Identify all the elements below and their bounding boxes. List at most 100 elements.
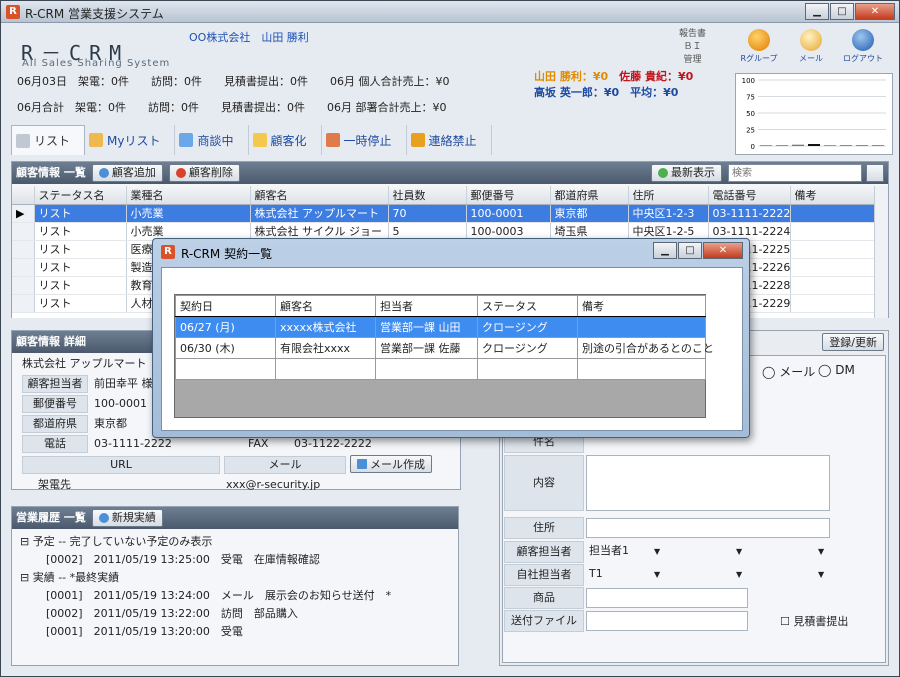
tab-no-contact[interactable]: 連絡禁止 <box>407 125 492 155</box>
history-item[interactable]: [0002] 2011/05/19 13:25:00 受電 在庫情報確認 <box>46 551 320 567</box>
row-indicator <box>12 276 35 295</box>
search-input[interactable] <box>728 164 862 182</box>
table-cell <box>577 316 706 338</box>
table-cell <box>477 358 578 380</box>
paused-icon <box>325 133 340 147</box>
address-input[interactable] <box>586 518 830 538</box>
mail-icon <box>800 29 822 51</box>
detail-label-mail: メール <box>224 456 346 474</box>
table-cell <box>790 294 874 313</box>
mini-chart: 100 75 50 25 0 <box>735 73 893 155</box>
table-cell: 100-0001 <box>466 204 551 223</box>
new-record-button[interactable]: 新規実績 <box>91 509 163 527</box>
history-item[interactable]: [0002] 2011/05/19 13:22:00 訪問 部品購入 <box>46 605 298 621</box>
admin-link[interactable]: 管理 <box>679 54 706 67</box>
dialog-minimize-button[interactable]: ▁ <box>653 242 677 259</box>
mail-button[interactable]: メール <box>781 27 841 64</box>
save-update-button[interactable]: 登録/更新 <box>822 333 884 351</box>
chevron-down-icon[interactable]: ▼ <box>736 547 742 556</box>
tab-customer[interactable]: 顧客化 <box>249 125 322 155</box>
detail-value-mail: xxx@r-security.jp <box>226 478 321 491</box>
warning-icon <box>410 133 425 147</box>
column-header[interactable]: 電話番号 <box>708 186 791 205</box>
table-row[interactable]: 06/27 (月) xxxxx株式会社 営業部一課 山田 クロージング <box>175 316 706 338</box>
report-link[interactable]: 報告書 <box>679 28 706 41</box>
table-row[interactable]: 06/30 (木) 有限会社xxxx 営業部一課 佐藤 クロージング 別途の引合があると… <box>175 337 714 359</box>
delete-icon <box>175 168 186 178</box>
customer-list-header: 顧客情報 一覧 顧客追加 顧客削除 最新表示 <box>12 162 888 184</box>
history-panel: 営業履歴 一覧 新規実績 ⊟ 予定 -- 完了していない予定のみ表示 [0002… <box>11 506 459 666</box>
chevron-down-icon[interactable]: ▼ <box>818 570 824 579</box>
detail-label-url: URL <box>22 456 220 474</box>
chevron-down-icon[interactable]: ▼ <box>736 570 742 579</box>
column-header[interactable]: 郵便番号 <box>466 186 551 205</box>
detail-value-zip: 100-0001 <box>94 397 147 410</box>
column-header[interactable]: 社員数 <box>388 186 467 205</box>
logout-icon <box>852 29 874 51</box>
column-header[interactable]: 都道府県 <box>550 186 629 205</box>
column-header[interactable]: 顧客名 <box>275 295 376 317</box>
chart-bar <box>808 144 820 146</box>
rgroup-icon <box>748 29 770 51</box>
chevron-down-icon[interactable]: ▼ <box>654 547 660 556</box>
title-bar: R R-CRM 営業支援システム ▁ □ ✕ <box>1 1 899 23</box>
content-input[interactable] <box>586 455 830 511</box>
radio-dm[interactable]: ◯ DM <box>818 363 855 377</box>
refresh-icon <box>658 168 668 178</box>
table-row[interactable] <box>175 358 706 380</box>
chart-bar <box>872 145 884 146</box>
dialog-body: 契約日 顧客名 担当者 ステータス 備考 06/27 (月) xxxxx株式会社 営業部一課… <box>161 267 743 431</box>
history-item[interactable]: [0001] 2011/05/19 13:20:00 受電 <box>46 623 243 639</box>
dialog-close-button[interactable]: ✕ <box>703 242 743 259</box>
table-cell: 営業部一課 山田 <box>375 316 478 338</box>
refresh-button[interactable]: 最新表示 <box>651 164 722 182</box>
tab-paused[interactable]: 一時停止 <box>322 125 407 155</box>
main-window: R R-CRM 営業支援システム ▁ □ ✕ R－CRM All Sales S… <box>0 0 900 677</box>
column-header[interactable]: 業種名 <box>126 186 251 205</box>
product-input[interactable] <box>586 588 748 608</box>
column-header[interactable]: 備考 <box>790 186 874 205</box>
customer-grid-scrollbar[interactable] <box>874 186 888 318</box>
table-cell <box>375 358 478 380</box>
compose-mail-button[interactable]: メール作成 <box>350 455 432 473</box>
close-button[interactable]: ✕ <box>855 3 895 20</box>
history-group-actual[interactable]: ⊟ 実績 -- *最終実績 <box>20 569 119 585</box>
estimate-checkbox[interactable]: ☐ 見積書提出 <box>780 613 848 629</box>
search-icon[interactable] <box>866 164 884 182</box>
tick-label: 50 <box>746 110 755 118</box>
chevron-down-icon[interactable]: ▼ <box>654 570 660 579</box>
logout-button[interactable]: ログアウト <box>833 27 893 64</box>
stats-summary: 06月03日 架電：0件 訪問：0件 見積書提出：0件 06月 個人合計売上：¥… <box>11 69 531 121</box>
history-item[interactable]: [0001] 2011/05/19 13:24:00 メール 展示会のお知らせ送… <box>46 587 391 603</box>
column-header[interactable]: 担当者 <box>375 295 478 317</box>
column-header[interactable]: 顧客名 <box>250 186 389 205</box>
table-row[interactable]: ▶ リスト 小売業 株式会社 アップルマート 70 100-0001 東京都 中央区1-2-3… <box>12 204 874 223</box>
cust-rep-select[interactable]: 担当者1 <box>586 542 664 562</box>
column-header[interactable]: 住所 <box>628 186 709 205</box>
file-input[interactable] <box>586 611 748 631</box>
table-cell: リスト <box>34 240 127 259</box>
history-group-plan[interactable]: ⊟ 予定 -- 完了していない予定のみ表示 <box>20 533 212 549</box>
column-header[interactable]: 契約日 <box>175 295 276 317</box>
rgroup-button[interactable]: Rグループ <box>729 27 789 64</box>
table-cell: リスト <box>34 222 127 241</box>
tab-negotiating[interactable]: 商談中 <box>175 125 249 155</box>
dialog-maximize-button[interactable]: □ <box>678 242 702 259</box>
customer-list-title: 顧客情報 一覧 <box>16 166 86 179</box>
tick-label: 100 <box>742 77 755 85</box>
tab-list[interactable]: リスト <box>11 125 86 155</box>
maximize-button[interactable]: □ <box>830 3 854 20</box>
column-header[interactable]: ステータス <box>477 295 578 317</box>
minimize-button[interactable]: ▁ <box>805 3 829 20</box>
column-header[interactable]: 備考 <box>577 295 706 317</box>
add-customer-button[interactable]: 顧客追加 <box>91 164 163 182</box>
radio-mail[interactable]: ◯ メール <box>762 363 815 380</box>
chevron-down-icon[interactable]: ▼ <box>818 547 824 556</box>
column-header[interactable]: ステータス名 <box>34 186 127 205</box>
contract-grid: 契約日 顧客名 担当者 ステータス 備考 06/27 (月) xxxxx株式会社 営業部一課… <box>174 294 714 418</box>
bi-link[interactable]: ＢＩ <box>679 41 706 54</box>
own-rep-select[interactable]: T1 <box>586 565 664 585</box>
tab-mylist[interactable]: Myリスト <box>85 125 176 155</box>
row-indicator <box>12 222 35 241</box>
delete-customer-button[interactable]: 顧客削除 <box>168 164 240 182</box>
